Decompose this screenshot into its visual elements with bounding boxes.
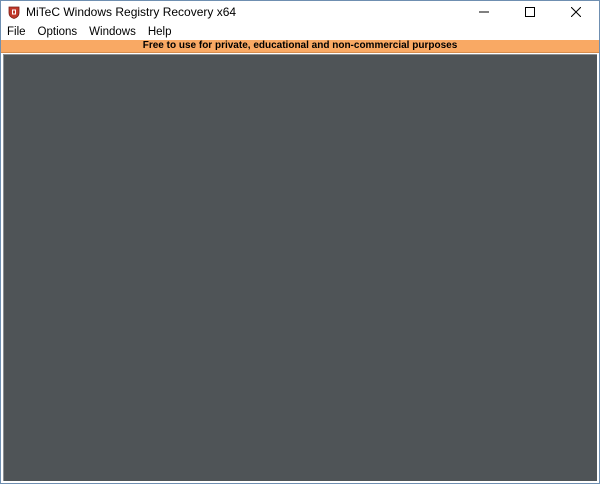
window-title: MiTeC Windows Registry Recovery x64 <box>26 5 237 19</box>
menu-help[interactable]: Help <box>142 24 178 40</box>
title-bar[interactable]: MiTeC Windows Registry Recovery x64 <box>1 1 599 24</box>
maximize-button[interactable] <box>507 1 553 24</box>
maximize-icon <box>525 4 535 22</box>
menu-options[interactable]: Options <box>32 24 84 40</box>
menu-file[interactable]: File <box>1 24 32 40</box>
minimize-button[interactable] <box>461 1 507 24</box>
license-banner: Free to use for private, educational and… <box>1 40 599 53</box>
menu-windows[interactable]: Windows <box>83 24 142 40</box>
app-window: MiTeC Windows Registry Recovery x64 File… <box>0 0 600 484</box>
menu-bar: File Options Windows Help <box>1 24 599 40</box>
minimize-icon <box>479 4 489 22</box>
registry-app-icon[interactable] <box>8 6 20 19</box>
close-icon <box>570 4 582 22</box>
mdi-workspace[interactable] <box>3 54 597 481</box>
close-button[interactable] <box>553 1 599 24</box>
